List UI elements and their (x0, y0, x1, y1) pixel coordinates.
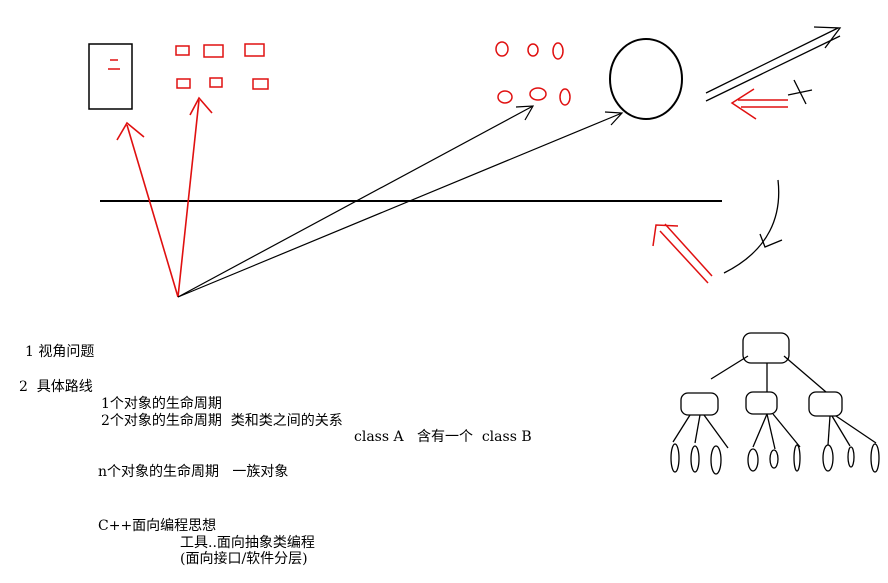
cross-mark (787, 79, 813, 105)
curved-arrow (723, 179, 783, 274)
note-cpp-thinking: C++面向编程思想 (98, 518, 217, 534)
note-item-2: 2 具体路线 (19, 379, 93, 395)
note-tools: 工具..面向抽象类编程 (180, 535, 315, 551)
whiteboard-sketch (88, 26, 880, 475)
large-object-circle (609, 38, 683, 120)
view-rays (116, 96, 624, 298)
single-object-box (88, 43, 133, 110)
note-two-objects: 2个对象的生命周期 类和类之间的关系 (101, 413, 343, 429)
double-arrow-up-right (705, 26, 842, 102)
class-hierarchy-tree (670, 332, 880, 475)
note-single-object: 1个对象的生命周期 (101, 396, 222, 412)
red-double-arrow-up-left (652, 223, 713, 284)
red-object-ellipses (495, 41, 571, 106)
note-layers: (面向接口/软件分层) (180, 551, 308, 567)
red-class-rectangles (175, 43, 269, 90)
red-double-arrow-left (730, 88, 788, 120)
note-n-objects: n个对象的生命周期 一族对象 (98, 464, 289, 480)
note-item-1: 1 视角问题 (25, 344, 95, 360)
note-class-contains: class A 含有一个 class B (354, 429, 532, 445)
